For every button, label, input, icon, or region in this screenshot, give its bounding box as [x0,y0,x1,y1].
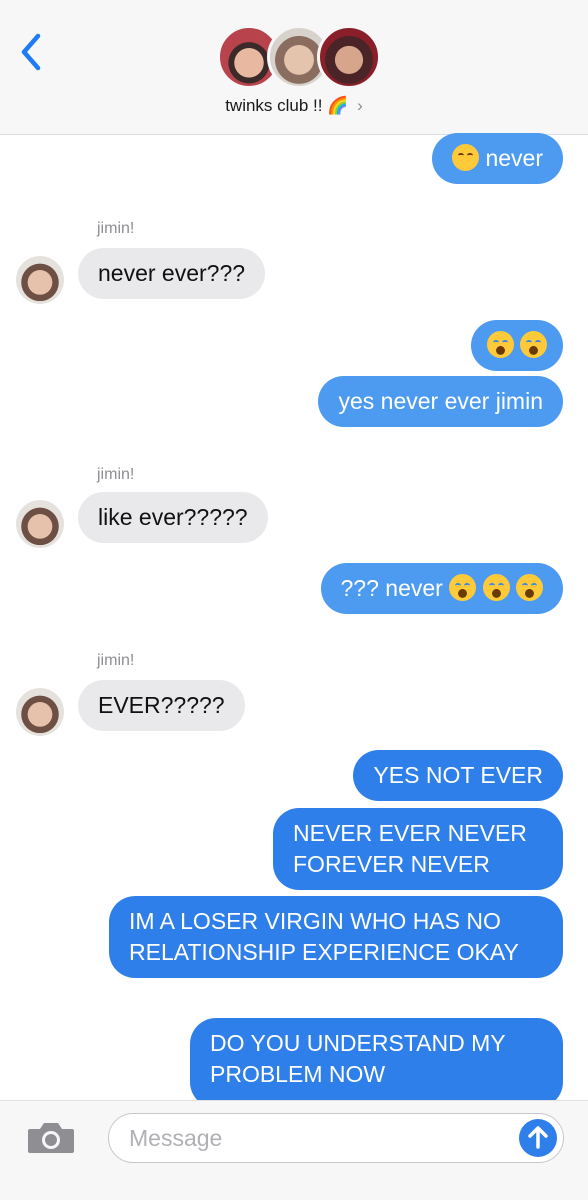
message-bubble-outgoing[interactable]: DO YOU UNDERSTAND MY PROBLEM NOW [190,1018,563,1108]
message-input[interactable] [129,1122,509,1154]
disappointed-face-icon [452,144,480,171]
message-text: like ever????? [98,504,248,530]
avatar[interactable] [16,256,64,304]
message-text: EVER????? [98,692,225,718]
sender-name: jimin! [97,466,135,483]
camera-button[interactable] [26,1121,76,1155]
message-input-bar [0,1100,588,1200]
group-name-label: twinks club !! 🌈 [225,96,349,115]
message-bubble-incoming[interactable]: like ever????? [78,492,268,543]
message-bubble-outgoing[interactable]: IM A LOSER VIRGIN WHO HAS NO RELATIONSHI… [109,896,563,978]
chevron-left-icon [21,33,41,71]
send-button[interactable] [519,1119,557,1157]
loudly-crying-face-icon [449,574,477,601]
message-field[interactable] [108,1113,564,1163]
loudly-crying-face-icon [516,574,543,601]
message-text: never ever??? [98,260,246,286]
message-text: ??? never [340,575,443,601]
avatar[interactable] [16,688,64,736]
sender-name: jimin! [97,220,135,237]
send-arrow-icon [528,1126,548,1149]
avatar [317,25,381,89]
message-text: never [485,145,543,171]
message-bubble-incoming[interactable]: EVER????? [78,680,245,731]
message-bubble-outgoing[interactable]: YES NOT EVER [353,750,563,801]
message-bubble-outgoing[interactable]: yes never ever jimin [318,376,563,427]
message-text: YES NOT EVER [373,762,543,788]
message-bubble-outgoing[interactable]: never [432,133,563,184]
loudly-crying-face-icon [482,574,510,601]
message-bubble-outgoing[interactable] [470,320,563,371]
message-text: IM A LOSER VIRGIN WHO HAS NO RELATIONSHI… [129,908,519,965]
message-bubble-outgoing[interactable]: ??? never [320,563,563,614]
group-avatars[interactable] [217,25,381,91]
loudly-crying-face-icon [486,331,514,358]
message-bubble-outgoing[interactable]: NEVER EVER NEVER FOREVER NEVER [273,808,563,890]
loudly-crying-face-icon [520,331,547,358]
camera-icon [28,1123,74,1153]
message-bubble-incoming[interactable]: never ever??? [78,248,266,299]
message-text: yes never ever jimin [338,388,543,414]
group-name[interactable]: twinks club !! 🌈 › [0,96,588,116]
message-text: NEVER EVER NEVER FOREVER NEVER [293,820,527,877]
chevron-right-icon: › [357,96,363,115]
message-text: DO YOU UNDERSTAND MY PROBLEM NOW [210,1030,506,1087]
conversation-header: twinks club !! 🌈 › [0,0,588,135]
avatar[interactable] [16,500,64,548]
sender-name: jimin! [97,652,135,669]
back-button[interactable] [14,30,50,74]
